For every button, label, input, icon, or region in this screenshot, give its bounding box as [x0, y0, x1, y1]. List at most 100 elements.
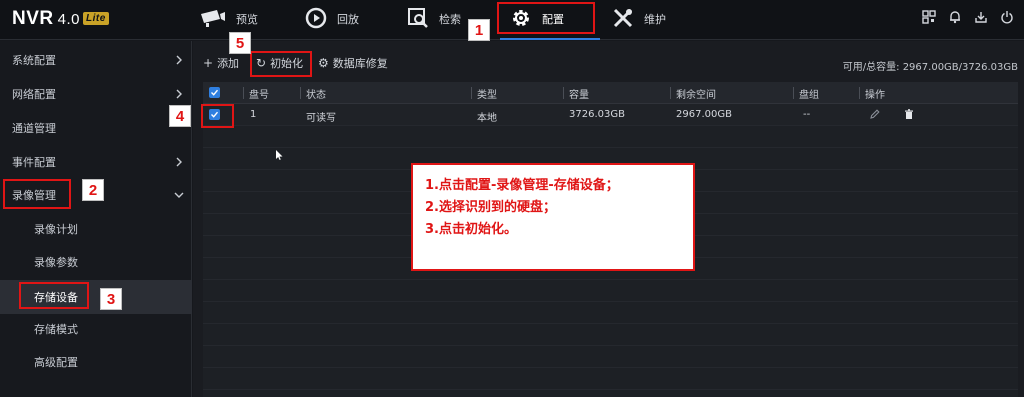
gear-icon	[510, 7, 542, 32]
header-disk-no: 盘号	[249, 90, 269, 101]
sidebar-item-storage-device[interactable]: 存储设备	[0, 280, 192, 314]
cell-type: 本地	[477, 113, 497, 124]
delete-icon[interactable]	[903, 108, 915, 123]
sidebar-item-advanced-config[interactable]: 高级配置	[0, 345, 192, 379]
table-row	[203, 324, 1018, 346]
db-repair-button-label: 数据库修复	[332, 57, 388, 70]
chevron-right-icon	[172, 87, 186, 101]
capacity-summary: 可用/总容量: 2967.00GB/3726.03GB	[842, 62, 1018, 73]
sidebar-item-label: 存储设备	[34, 291, 78, 304]
column-separator	[859, 87, 860, 99]
column-separator	[670, 87, 671, 99]
app-logo: NVR 4.0 Lite	[12, 8, 109, 30]
search-icon	[407, 7, 439, 32]
chevron-down-icon	[172, 188, 186, 202]
sidebar-item-label: 录像管理	[12, 189, 56, 202]
step-badge-5: 5	[229, 32, 251, 54]
sidebar-item-record-schedule[interactable]: 录像计划	[0, 212, 192, 246]
row-checkbox[interactable]	[209, 109, 220, 120]
initialize-button[interactable]: ↻ 初始化	[256, 55, 303, 71]
cell-status: 可读写	[306, 113, 336, 124]
sidebar-item-label: 系统配置	[12, 54, 56, 67]
header-capacity: 容量	[569, 90, 589, 101]
power-icon[interactable]	[1000, 10, 1014, 24]
nav-search-label: 检索	[439, 13, 461, 26]
sidebar-item-label: 通道管理	[12, 122, 56, 135]
export-icon[interactable]	[974, 10, 988, 24]
sidebar-item-label: 存储模式	[34, 323, 78, 336]
sidebar-item-record-params[interactable]: 录像参数	[0, 245, 192, 279]
camera-icon	[198, 8, 236, 31]
add-button[interactable]: + 添加	[203, 55, 239, 71]
sidebar-item-event-config[interactable]: 事件配置	[0, 145, 192, 179]
sidebar-item-label: 高级配置	[34, 356, 78, 369]
chevron-right-icon	[172, 53, 186, 67]
header-disk-group: 盘组	[799, 90, 819, 101]
sidebar-item-system-config[interactable]: 系统配置	[0, 43, 192, 77]
top-right-icons	[922, 10, 1014, 24]
wrench-icon	[612, 7, 644, 32]
db-repair-button[interactable]: ⚙ 数据库修复	[318, 55, 388, 71]
chevron-right-icon	[172, 155, 186, 169]
sidebar: 系统配置 网络配置 通道管理 事件配置 录像管理 录像计划 录像参数 存储设备 …	[0, 41, 192, 397]
column-separator	[300, 87, 301, 99]
instruction-note: 1.点击配置-录像管理-存储设备； 2.选择识别到的硬盘； 3.点击初始化。	[411, 163, 695, 271]
sidebar-item-label: 录像计划	[34, 223, 78, 236]
refresh-icon: ↻	[256, 56, 267, 70]
header-actions: 操作	[865, 90, 885, 101]
sidebar-item-storage-mode[interactable]: 存储模式	[0, 312, 192, 346]
nav-maintenance-label: 维护	[644, 13, 666, 26]
instruction-line-2: 2.选择识别到的硬盘；	[425, 200, 556, 215]
plus-icon: +	[203, 56, 214, 70]
initialize-button-label: 初始化	[270, 57, 304, 70]
add-button-label: 添加	[217, 57, 240, 70]
app-brand: NVR	[12, 8, 54, 29]
header-free-space: 剩余空间	[676, 90, 716, 101]
instruction-line-3: 3.点击初始化。	[425, 222, 517, 237]
table-row	[203, 302, 1018, 324]
nav-preview[interactable]: 预览	[198, 4, 258, 34]
header-type: 类型	[477, 90, 497, 101]
column-separator	[563, 87, 564, 99]
app-version: 4.0	[57, 11, 80, 28]
nav-playback[interactable]: 回放	[305, 4, 359, 34]
nav-search[interactable]: 检索	[407, 4, 461, 34]
cell-free-space: 2967.00GB	[676, 109, 732, 120]
nav-config-label: 配置	[542, 13, 564, 26]
cell-capacity: 3726.03GB	[569, 109, 625, 120]
instruction-line-1: 1.点击配置-录像管理-存储设备；	[425, 178, 619, 193]
header-status: 状态	[306, 90, 326, 101]
sidebar-item-network-config[interactable]: 网络配置	[0, 77, 192, 111]
step-badge-3: 3	[100, 288, 122, 310]
qrcode-icon[interactable]	[922, 10, 936, 24]
sidebar-item-channel-mgmt[interactable]: 通道管理	[0, 111, 192, 145]
column-separator	[243, 87, 244, 99]
step-badge-4: 4	[169, 105, 191, 127]
sidebar-item-label: 网络配置	[12, 88, 56, 101]
app-edition-badge: Lite	[82, 12, 109, 25]
nav-preview-label: 预览	[236, 13, 258, 26]
table-row	[203, 368, 1018, 390]
top-bar: NVR 4.0 Lite 预览 回放 检索 配置 维护	[0, 0, 1024, 40]
mouse-cursor-icon	[276, 150, 283, 160]
column-separator	[793, 87, 794, 99]
sidebar-item-label: 事件配置	[12, 156, 56, 169]
bell-icon[interactable]	[948, 10, 962, 24]
step-badge-2: 2	[82, 179, 104, 201]
sidebar-item-label: 录像参数	[34, 256, 78, 269]
nav-config[interactable]: 配置	[510, 4, 564, 34]
toolbar: + 添加 ↻ 初始化 ⚙ 数据库修复 可用/总容量: 2967.00GB/372…	[193, 51, 1024, 77]
nav-active-indicator	[500, 38, 600, 40]
column-separator	[471, 87, 472, 99]
playback-icon	[305, 7, 337, 32]
table-header: 盘号 状态 类型 容量 剩余空间 盘组 操作	[203, 82, 1018, 104]
cell-disk-no: 1	[250, 109, 257, 120]
select-all-checkbox[interactable]	[209, 87, 220, 98]
step-badge-1: 1	[468, 19, 490, 41]
table-row	[203, 346, 1018, 368]
table-row	[203, 280, 1018, 302]
table-row[interactable]: 1 可读写 本地 3726.03GB 2967.00GB --	[203, 104, 1018, 126]
nav-maintenance[interactable]: 维护	[612, 4, 666, 34]
edit-icon[interactable]	[869, 108, 881, 123]
gear-small-icon: ⚙	[318, 56, 329, 70]
